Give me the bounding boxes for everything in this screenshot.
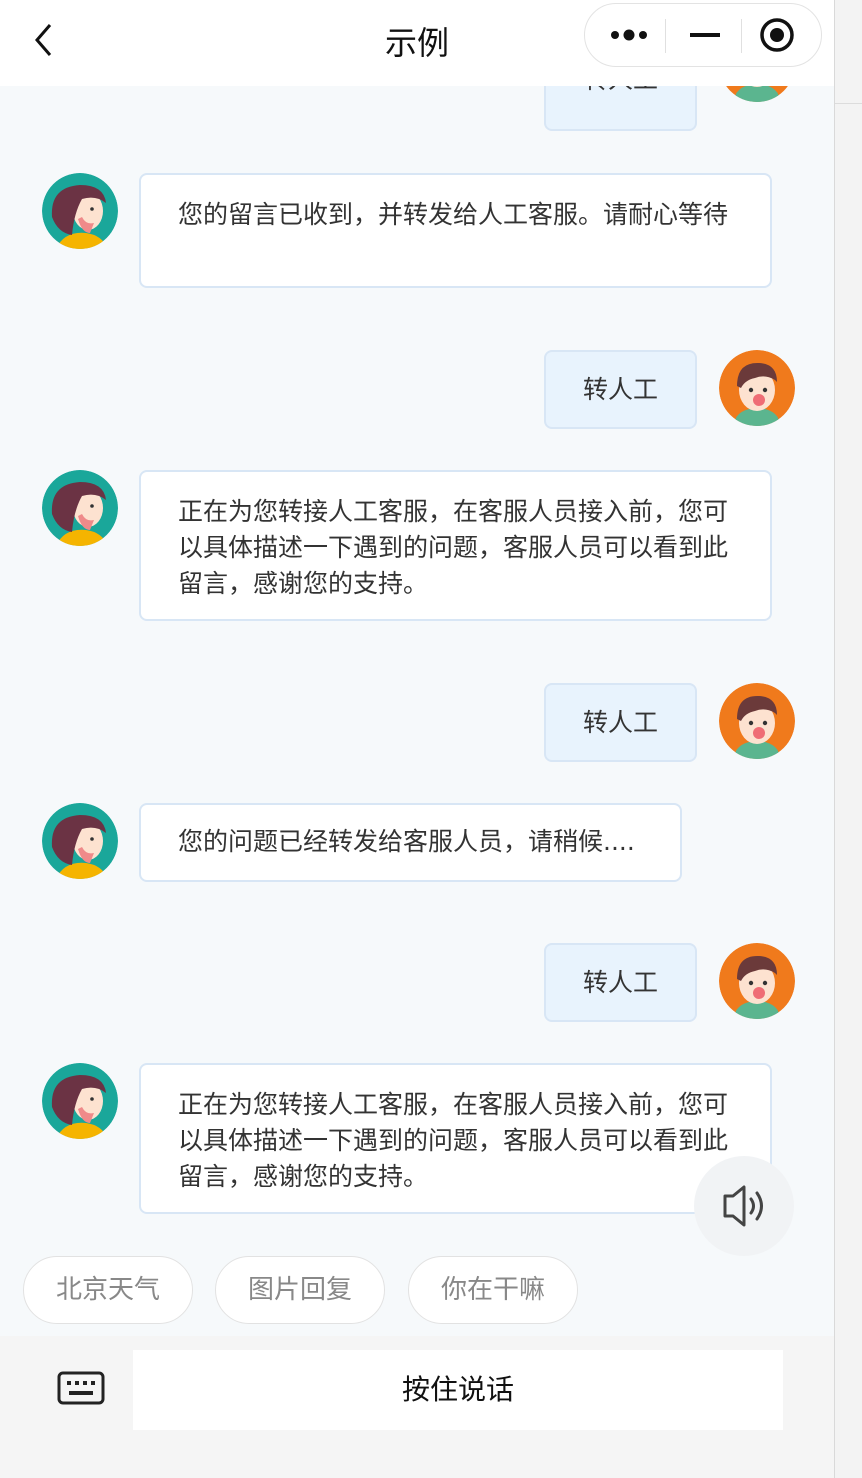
bot-avatar — [42, 803, 118, 879]
capsule-menu — [584, 3, 822, 67]
user-message-bubble: 转人工 — [544, 86, 697, 131]
user-message-bubble: 转人工 — [544, 350, 697, 429]
divider — [835, 103, 862, 104]
minimize-icon[interactable] — [666, 4, 744, 66]
target-circle-icon[interactable] — [742, 4, 820, 66]
speaker-icon[interactable] — [694, 1156, 794, 1256]
keyboard-icon[interactable] — [56, 1370, 108, 1408]
more-dots-icon[interactable] — [585, 4, 663, 66]
user-avatar — [719, 350, 795, 426]
user-avatar — [719, 86, 795, 102]
background-window-edge — [835, 0, 862, 1478]
quick-reply-chip[interactable]: 图片回复 — [215, 1256, 385, 1324]
mini-program-window: 示例 转人工 — [0, 0, 835, 1478]
user-avatar — [719, 683, 795, 759]
input-bar: 按住说话 — [0, 1336, 834, 1478]
bot-message-bubble: 正在为您转接人工客服，在客服人员接入前，您可以具体描述一下遇到的问题，客服人员可… — [139, 470, 772, 621]
chat-message-list[interactable]: 转人工 您的留言已收到，并转发给人工客服。请耐心等待 转人工 正在为您转接人工客… — [0, 86, 834, 1246]
bot-avatar — [42, 1063, 118, 1139]
user-message-bubble: 转人工 — [544, 943, 697, 1022]
bot-message-bubble: 您的问题已经转发给客服人员，请稍候.... — [139, 803, 682, 882]
quick-reply-chip[interactable]: 你在干嘛 — [408, 1256, 578, 1324]
bot-message-bubble: 正在为您转接人工客服，在客服人员接入前，您可以具体描述一下遇到的问题，客服人员可… — [139, 1063, 772, 1214]
quick-reply-bar: 北京天气 图片回复 你在干嘛 — [0, 1246, 834, 1334]
user-message-bubble: 转人工 — [544, 683, 697, 762]
navigation-bar: 示例 — [0, 0, 834, 86]
hold-to-talk-button[interactable]: 按住说话 — [133, 1350, 783, 1430]
user-avatar — [719, 943, 795, 1019]
bot-avatar — [42, 173, 118, 249]
bot-avatar — [42, 470, 118, 546]
bot-message-bubble: 您的留言已收到，并转发给人工客服。请耐心等待 — [139, 173, 772, 288]
quick-reply-chip[interactable]: 北京天气 — [23, 1256, 193, 1324]
